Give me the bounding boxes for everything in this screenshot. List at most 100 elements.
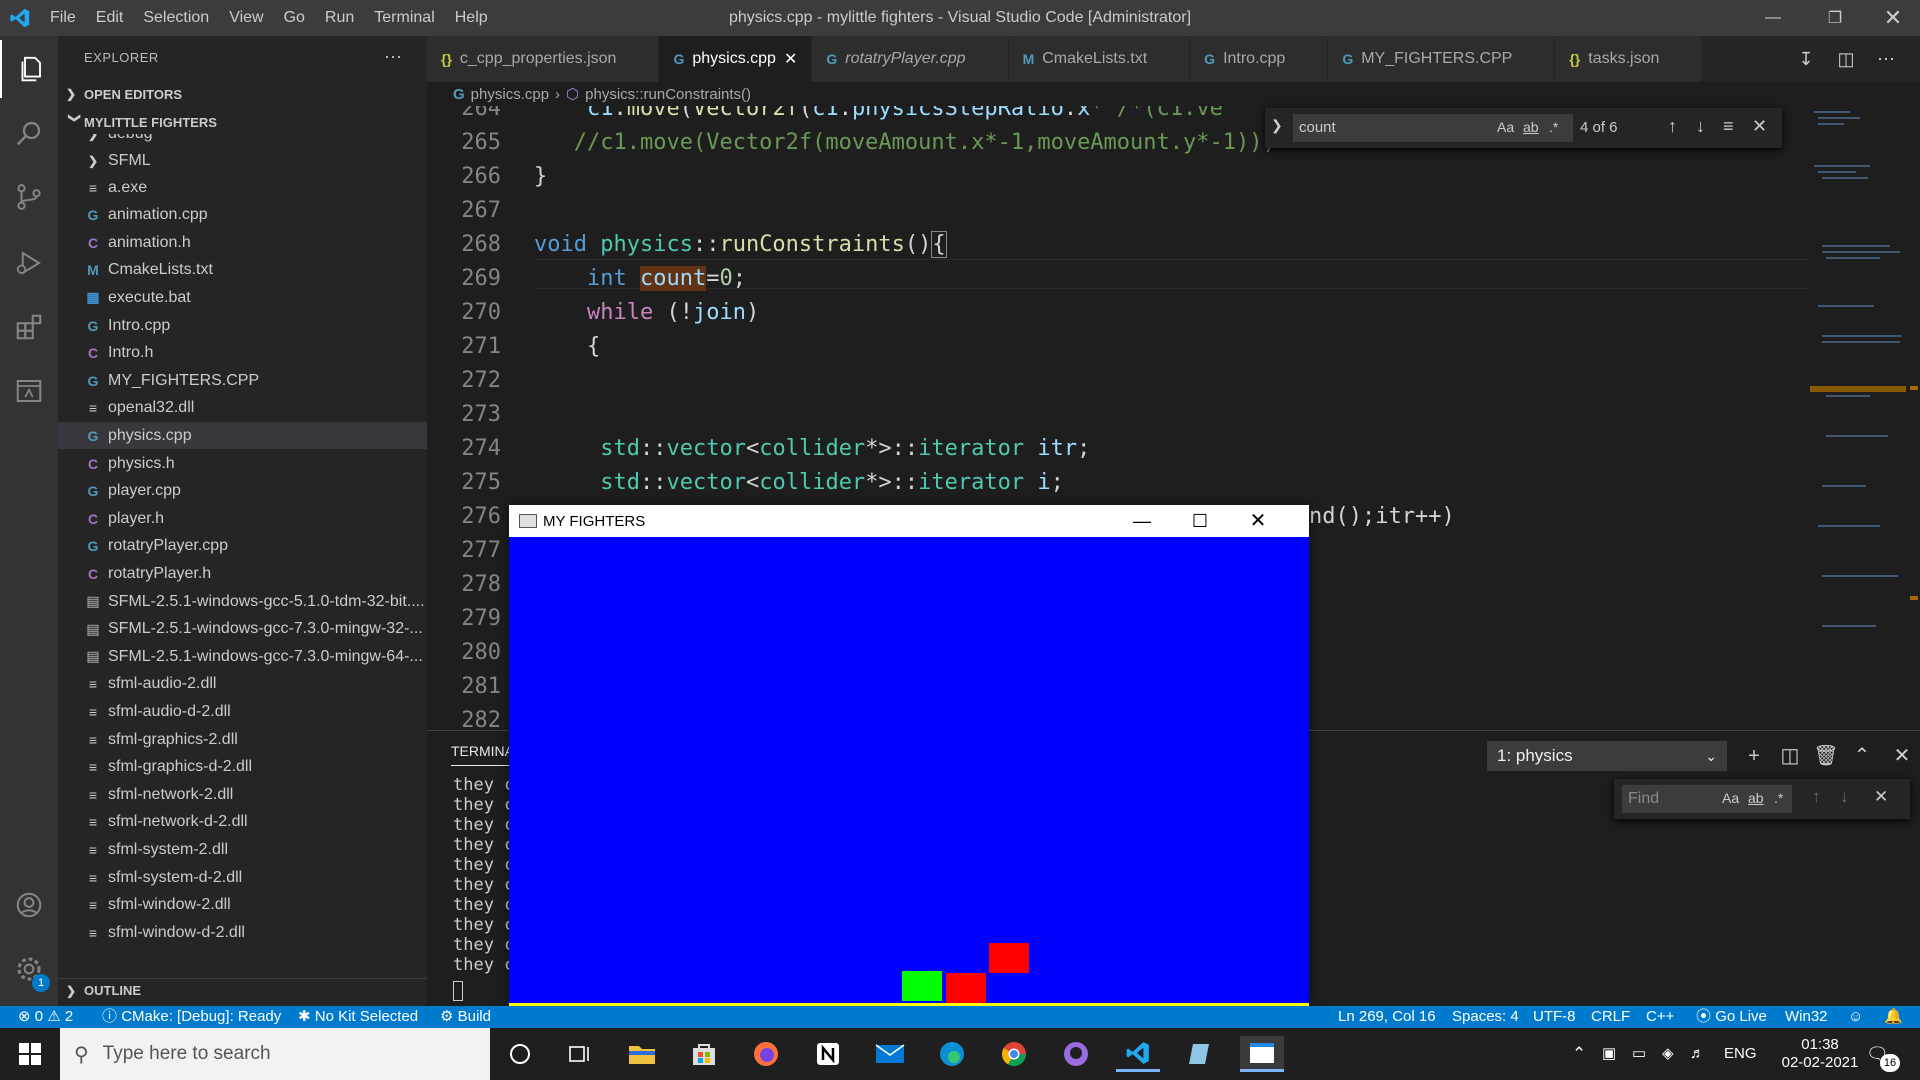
source-control-icon[interactable] [0, 168, 58, 226]
file-item[interactable]: ≡ sfml-audio-d-2.dll [58, 698, 427, 725]
menu-help[interactable]: Help [445, 0, 498, 36]
next-match-icon[interactable]: ↓ [1840, 787, 1849, 807]
tab-c-cpp-properties-json[interactable]: {} c_cpp_properties.json [427, 36, 660, 82]
kill-terminal-icon[interactable]: 🗑 [1809, 741, 1843, 771]
problems-status[interactable]: ⊗ 0 ⚠ 2 [18, 1006, 73, 1028]
menu-selection[interactable]: Selection [133, 0, 219, 36]
file-item[interactable]: ▤ SFML-2.5.1-windows-gcc-5.1.0-tdm-32-bit… [58, 588, 427, 615]
toggle-replace-chevron-icon[interactable]: ❯ [1271, 117, 1283, 134]
previous-match-icon[interactable]: ↑ [1812, 787, 1821, 807]
find-in-selection-icon[interactable]: ≡ [1723, 116, 1734, 137]
close-tab-icon[interactable]: ✕ [784, 49, 797, 69]
menu-terminal[interactable]: Terminal [364, 0, 444, 36]
input-language[interactable]: ENG [1724, 1028, 1757, 1080]
menu-run[interactable]: Run [315, 0, 364, 36]
cursor-position[interactable]: Ln 269, Col 16 [1338, 1006, 1436, 1028]
windows-start-button[interactable] [0, 1028, 60, 1080]
open-changes-icon[interactable]: ↧ [1788, 36, 1824, 82]
notifications-bell-icon[interactable]: 🔔 [1884, 1006, 1903, 1028]
show-hidden-icons-chevron[interactable]: ⌃ [1572, 1028, 1586, 1080]
file-item[interactable]: G MY_FIGHTERS.CPP [58, 367, 427, 394]
tab-cmakelists-txt[interactable]: M CmakeLists.txt [1008, 36, 1191, 82]
kit-status[interactable]: ✱ No Kit Selected [298, 1006, 418, 1028]
more-actions-button[interactable]: ··· [384, 46, 402, 67]
regex-button[interactable]: .* [1774, 790, 1783, 806]
file-item[interactable]: GrotatryPlayer.cpp [58, 533, 427, 560]
store-icon[interactable] [682, 1036, 726, 1072]
cortana-icon[interactable] [498, 1036, 542, 1072]
indentation[interactable]: Spaces: 4 [1452, 1006, 1519, 1028]
close-find-icon[interactable]: ✕ [1752, 116, 1767, 137]
chrome-icon[interactable] [992, 1036, 1036, 1072]
tab-my-fighters-cpp[interactable]: G MY_FIGHTERS.CPP [1328, 36, 1556, 82]
file-item[interactable]: Cplayer.h [58, 505, 427, 532]
meet-now-icon[interactable]: ▣ [1602, 1028, 1616, 1080]
next-match-icon[interactable]: ↓ [1696, 116, 1705, 137]
outline-section[interactable]: ❯ OUTLINE [58, 978, 427, 1002]
whole-word-button[interactable]: ab [1748, 790, 1764, 806]
split-terminal-icon[interactable]: ◫ [1773, 741, 1807, 771]
file-item[interactable]: ≡ sfml-graphics-d-2.dll [58, 754, 427, 781]
file-item[interactable]: ▤ SFML-2.5.1-windows-gcc-7.3.0-mingw-64-.… [58, 643, 427, 670]
account-icon[interactable] [0, 876, 58, 934]
folder-section[interactable]: ❯ MYLITTLE FIGHTERS [58, 110, 427, 134]
battery-icon[interactable]: ▭ [1632, 1028, 1646, 1080]
file-item[interactable]: ≡ sfml-audio-2.dll [58, 671, 427, 698]
file-item[interactable]: ≡ sfml-window-2.dll [58, 892, 427, 919]
game-minimize-button[interactable]: — [1113, 505, 1171, 537]
go-live-button[interactable]: ⦿ Go Live [1696, 1006, 1767, 1028]
menu-file[interactable]: File [40, 0, 86, 36]
file-item[interactable]: ≡ sfml-network-2.dll [58, 781, 427, 808]
notion-icon[interactable] [806, 1036, 850, 1072]
file-item[interactable]: Gplayer.cpp [58, 478, 427, 505]
settings-gear-icon[interactable]: 1 [0, 940, 58, 998]
more-tab-actions-icon[interactable]: ⋯ [1868, 36, 1904, 82]
file-item[interactable]: ≡ sfml-window-d-2.dll [58, 919, 427, 946]
file-item[interactable]: ≡ sfml-network-d-2.dll [58, 809, 427, 836]
explorer-icon[interactable] [0, 40, 58, 98]
file-item[interactable]: CrotatryPlayer.h [58, 560, 427, 587]
file-item[interactable]: Cphysics.h [58, 450, 427, 477]
taskbar-search-box[interactable]: ⚲ Type here to search [60, 1028, 490, 1080]
mail-icon[interactable] [868, 1036, 912, 1072]
menu-view[interactable]: View [219, 0, 273, 36]
close-panel-icon[interactable]: ✕ [1885, 741, 1919, 771]
menu-go[interactable]: Go [274, 0, 315, 36]
build-button[interactable]: ⚙ Build [440, 1006, 491, 1028]
game-maximize-button[interactable]: ☐ [1171, 505, 1229, 537]
volume-icon[interactable]: ♬ [1690, 1028, 1705, 1080]
terminal-selector[interactable]: 1: physics ⌄ [1487, 741, 1727, 771]
new-terminal-icon[interactable]: + [1737, 741, 1771, 771]
close-find-icon[interactable]: ✕ [1874, 787, 1888, 807]
maximize-panel-icon[interactable]: ⌃ [1845, 741, 1879, 771]
file-item[interactable]: ▦ execute.bat [58, 284, 427, 311]
extensions-icon[interactable] [0, 298, 58, 356]
file-item[interactable]: ≡ a.exe [58, 174, 427, 201]
tab-tasks-json[interactable]: {} tasks.json [1555, 36, 1703, 82]
file-item[interactable]: ≡ sfml-system-d-2.dll [58, 864, 427, 891]
menu-edit[interactable]: Edit [86, 0, 134, 36]
language-mode[interactable]: C++ [1646, 1006, 1674, 1028]
match-case-button[interactable]: Aa [1497, 119, 1514, 135]
file-item[interactable]: Canimation.h [58, 229, 427, 256]
file-item[interactable]: G Intro.cpp [58, 312, 427, 339]
file-item[interactable]: ≡ openal32.dll [58, 395, 427, 422]
feedback-icon[interactable]: ☺ [1848, 1006, 1863, 1028]
file-item[interactable]: ▤ SFML-2.5.1-windows-gcc-7.3.0-mingw-32-.… [58, 616, 427, 643]
remote-explorer-icon[interactable] [0, 362, 58, 420]
minimap[interactable] [1810, 106, 1906, 730]
folder-sfml[interactable]: ❯ SFML [58, 147, 427, 174]
cmake-status[interactable]: ⓘ CMake: [Debug]: Ready [102, 1006, 281, 1028]
file-item[interactable]: C Intro.h [58, 340, 427, 367]
file-item[interactable]: Ganimation.cpp [58, 202, 427, 229]
firefox-icon[interactable] [744, 1036, 788, 1072]
whole-word-button[interactable]: ab [1523, 119, 1539, 135]
file-item[interactable]: Gphysics.cpp [58, 422, 427, 450]
task-view-icon[interactable] [558, 1036, 602, 1072]
network-icon[interactable]: ◈ [1662, 1028, 1674, 1080]
close-window-button[interactable]: ✕ [1870, 0, 1916, 36]
search-icon[interactable] [0, 104, 58, 162]
split-editor-icon[interactable]: ◫ [1828, 36, 1864, 82]
game-canvas[interactable] [509, 537, 1309, 1005]
tab-physics-cpp[interactable]: Gphysics.cpp ✕ [659, 36, 813, 82]
